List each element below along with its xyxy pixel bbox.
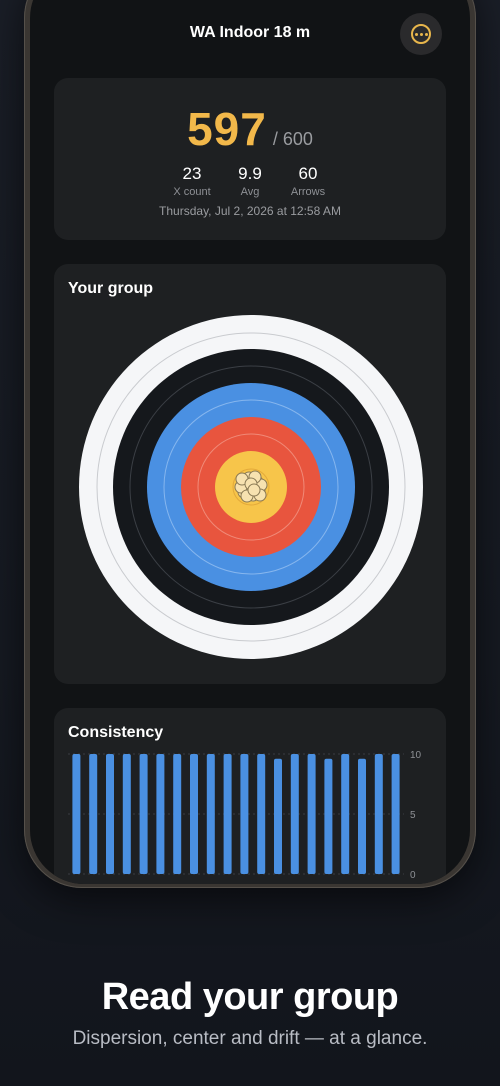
score-line: 597/ 600	[54, 102, 446, 156]
consistency-title: Consistency	[68, 724, 164, 741]
score-total: 597	[187, 103, 267, 155]
consistency-bar	[206, 754, 215, 874]
consistency-bar	[324, 758, 333, 874]
consistency-bar	[274, 758, 282, 874]
ellipsis-circle-icon	[411, 24, 431, 44]
consistency-bar	[374, 754, 383, 874]
session-date: Thursday, Jul 2, 2026 at 12:58 AM	[159, 204, 341, 218]
consistency-bar	[139, 754, 148, 874]
y-tick-label: 10	[410, 750, 422, 761]
consistency-bar	[358, 758, 366, 874]
consistency-bar	[72, 754, 81, 874]
marketing-headline: Read your group	[101, 976, 399, 1018]
y-tick-label: 0	[410, 870, 416, 878]
stat-value: 60	[298, 164, 318, 183]
consistency-bar	[156, 754, 165, 874]
app-screen: WA Indoor 18 m 597/ 600 23 X count 9.9 A…	[30, 0, 470, 884]
consistency-bar	[257, 754, 266, 874]
stat-label: X count	[173, 186, 211, 198]
marketing-subline: Dispersion, center and drift — at a glan…	[72, 1028, 428, 1049]
stat-label: Avg	[240, 186, 260, 198]
consistency-bar	[122, 754, 131, 874]
consistency-bar	[106, 754, 114, 874]
stat-x-count: 23 X count	[173, 164, 211, 198]
stat-avg: 9.9 Avg	[231, 164, 269, 198]
more-options-button[interactable]	[400, 13, 442, 55]
stat-label: Arrows	[290, 186, 326, 198]
stat-value: 9.9	[238, 164, 262, 183]
consistency-bar	[240, 754, 249, 874]
group-card: Your group	[54, 264, 446, 684]
consistency-bar	[341, 754, 350, 874]
archery-target	[79, 315, 423, 659]
consistency-bar	[391, 754, 400, 874]
consistency-bar	[307, 754, 316, 874]
score-card: 597/ 600 23 X count 9.9 Avg 60 Arrows Th…	[54, 78, 446, 240]
stat-arrows: 60 Arrows	[289, 164, 327, 198]
group-title: Your group	[68, 280, 154, 297]
stat-value: 23	[182, 164, 202, 183]
consistency-bar	[173, 754, 182, 874]
arrow-hit	[247, 483, 261, 497]
consistency-bar	[223, 754, 232, 874]
score-stats: 23 X count 9.9 Avg 60 Arrows	[54, 164, 446, 198]
consistency-bar	[89, 754, 98, 874]
consistency-bar	[290, 754, 299, 874]
consistency-bar	[190, 754, 198, 874]
score-max: / 600	[272, 129, 313, 149]
consistency-chart: 0 5 10	[68, 750, 422, 878]
y-tick-label: 5	[410, 810, 416, 821]
consistency-card: Consistency 0 5 10	[54, 708, 446, 884]
